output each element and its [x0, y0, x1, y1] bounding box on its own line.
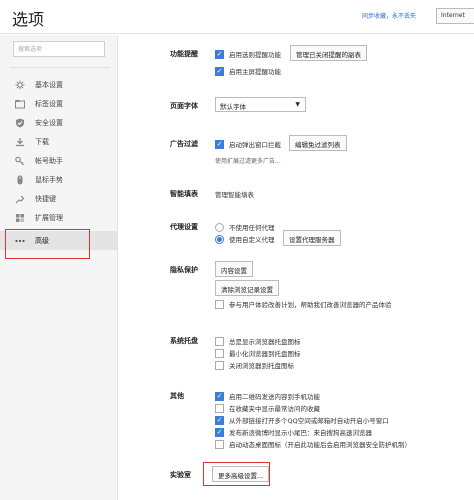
- tabs-icon: [15, 99, 25, 109]
- sidebar-item-label: 快捷键: [35, 194, 56, 203]
- adfilter-note[interactable]: 使用扩展过滤更多广告...: [215, 156, 281, 165]
- sidebar-item-label: 下载: [35, 137, 49, 146]
- sidebar-divider: [10, 67, 110, 68]
- sidebar-item-download[interactable]: 下载: [0, 132, 117, 151]
- sidebar-item-label: 安全设置: [35, 118, 63, 127]
- mouse-icon: [15, 175, 25, 185]
- option-label: 关闭浏览器到托盘图标: [229, 362, 294, 370]
- proxy-server-button[interactable]: 设置代理服务器: [283, 230, 341, 246]
- option-label: 启用二维码发送内容到手机功能: [229, 393, 320, 401]
- sidebar-item-account[interactable]: 帐号助手: [0, 151, 117, 170]
- autofill-link-text: 管理智能填表: [215, 191, 254, 199]
- option-row[interactable]: 发布新浪微博时显示小尾巴：来自搜狗高速浏览器: [215, 427, 372, 437]
- manage-reminders-button[interactable]: 管理已关闭提醒的副表: [290, 45, 367, 61]
- font-select-value: 默认字体: [220, 103, 246, 111]
- option-label: 总是显示浏览器托盘图标: [229, 338, 301, 346]
- chevron-down-icon: ▼: [295, 101, 300, 108]
- section-label-privacy: 隐私保护: [170, 266, 198, 274]
- checkbox[interactable]: [215, 360, 224, 370]
- checkbox[interactable]: [215, 336, 224, 346]
- option-label: 不使用任何代理: [229, 224, 275, 232]
- header: 选项 同步收藏，永不丢失 Internet: [0, 0, 474, 34]
- option-label: 启用选则提醒功能: [229, 51, 281, 59]
- option-row[interactable]: 从外部链接打开多个QQ空间或邮箱时自动开启小号窗口: [215, 415, 389, 425]
- option-label: 最小化浏览器到托盘图标: [229, 350, 301, 358]
- highlight-box-advanced: [5, 229, 90, 259]
- section-label-autofill: 智能填表: [170, 190, 198, 198]
- sidebar-item-security[interactable]: 安全设置: [0, 113, 117, 132]
- sidebar-item-tabs[interactable]: 标签设置: [0, 94, 117, 113]
- content-settings-button[interactable]: 内容设置: [215, 261, 253, 277]
- download-icon: [15, 137, 25, 147]
- puzzle-icon: [15, 213, 25, 223]
- option-row[interactable]: 启用选则提醒功能: [215, 49, 281, 59]
- option-label: 启动弹出窗口拦截: [229, 141, 281, 149]
- option-label: 启用主屏提醒功能: [229, 68, 281, 76]
- page-title: 选项: [12, 10, 45, 29]
- option-row[interactable]: 参与用户体验改善计划，帮助我们改善浏览器的产品体验: [215, 299, 392, 309]
- sidebar-item-label: 扩展管理: [35, 213, 63, 222]
- sidebar-item-basic[interactable]: 基本设置: [0, 75, 117, 94]
- checkbox[interactable]: [215, 427, 224, 437]
- autofill-link[interactable]: 管理智能填表: [215, 189, 254, 199]
- key-icon: [15, 156, 25, 166]
- checkbox[interactable]: [215, 439, 224, 449]
- keyboard-icon: [15, 194, 25, 204]
- checkbox[interactable]: [215, 139, 224, 149]
- checkbox[interactable]: [215, 66, 224, 76]
- adfilter-note-text: 使用扩展过滤更多广告...: [215, 158, 281, 165]
- option-row[interactable]: 关闭浏览器到托盘图标: [215, 360, 294, 370]
- option-label: 在收藏夹中显示最常访问的收藏: [229, 405, 320, 413]
- option-label: 发布新浪微博时显示小尾巴：来自搜狗高速浏览器: [229, 429, 372, 437]
- section-label-adfilter: 广告过滤: [170, 140, 198, 148]
- option-row[interactable]: 最小化浏览器到托盘图标: [215, 348, 301, 358]
- clear-history-button[interactable]: 清除浏览记录设置: [215, 280, 279, 296]
- search-input[interactable]: [13, 41, 105, 57]
- section-label-tray: 系统托盘: [170, 337, 198, 345]
- section-label-lab: 实验室: [170, 471, 191, 479]
- option-row[interactable]: 启用二维码发送内容到手机功能: [215, 391, 320, 401]
- checkbox[interactable]: [215, 49, 224, 59]
- edit-whitelist-button[interactable]: 编辑免过滤列表: [289, 135, 347, 151]
- option-row[interactable]: 使用自定义代理: [215, 234, 275, 244]
- font-select[interactable]: 默认字体 ▼: [215, 97, 306, 112]
- checkbox[interactable]: [215, 299, 224, 309]
- option-row[interactable]: 总是显示浏览器托盘图标: [215, 336, 301, 346]
- sidebar-item-label: 标签设置: [35, 99, 63, 108]
- radio[interactable]: [215, 234, 224, 244]
- sidebar-item-label: 基本设置: [35, 80, 63, 89]
- checkbox[interactable]: [215, 403, 224, 413]
- sidebar-item-shortcuts[interactable]: 快捷键: [0, 189, 117, 208]
- section-label-other: 其他: [170, 392, 184, 400]
- sidebar-item-extensions[interactable]: 扩展管理: [0, 208, 117, 227]
- section-label-features: 功能提醒: [170, 50, 198, 58]
- section-label-font: 页面字体: [170, 102, 198, 110]
- sidebar-item-label: 鼠标手势: [35, 175, 63, 184]
- sidebar-item-label: 帐号助手: [35, 156, 63, 165]
- option-row[interactable]: 启动动态桌面图标（开启此功能后会启用浏览器安全防护机制）: [215, 439, 411, 449]
- account-button[interactable]: Internet: [436, 8, 474, 24]
- sync-link[interactable]: 同步收藏，永不丢失: [362, 11, 416, 20]
- highlight-box-lab: [203, 462, 270, 486]
- option-row[interactable]: 启动弹出窗口拦截: [215, 139, 281, 149]
- checkbox[interactable]: [215, 348, 224, 358]
- option-label: 启动动态桌面图标（开启此功能后会启用浏览器安全防护机制）: [229, 441, 411, 449]
- checkbox[interactable]: [215, 415, 224, 425]
- sidebar: 基本设置 标签设置 安全设置 下载 帐号助手 鼠标手势 快捷键: [0, 35, 118, 500]
- settings-content: 功能提醒 启用选则提醒功能 管理已关闭提醒的副表 启用主屏提醒功能 页面字体 默…: [118, 35, 474, 500]
- gear-icon: [15, 80, 25, 90]
- shield-icon: [15, 118, 25, 128]
- radio[interactable]: [215, 222, 224, 232]
- option-row[interactable]: 在收藏夹中显示最常访问的收藏: [215, 403, 320, 413]
- sidebar-item-mouse[interactable]: 鼠标手势: [0, 170, 117, 189]
- option-row[interactable]: 不使用任何代理: [215, 222, 275, 232]
- checkbox[interactable]: [215, 391, 224, 401]
- option-label: 参与用户体验改善计划，帮助我们改善浏览器的产品体验: [229, 301, 392, 309]
- option-label: 从外部链接打开多个QQ空间或邮箱时自动开启小号窗口: [229, 417, 389, 425]
- option-row[interactable]: 启用主屏提醒功能: [215, 66, 281, 76]
- option-label: 使用自定义代理: [229, 236, 275, 244]
- section-label-proxy: 代理设置: [170, 223, 198, 231]
